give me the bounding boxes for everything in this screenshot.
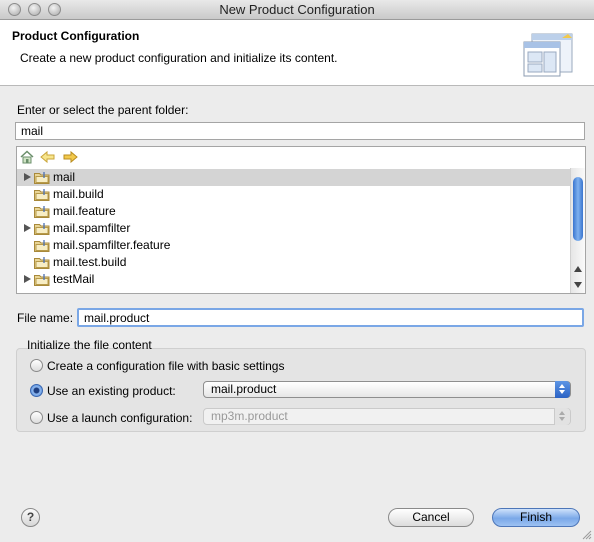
window-title: New Product Configuration (219, 2, 375, 17)
project-folder-icon (34, 223, 50, 235)
project-folder-icon (34, 172, 50, 184)
tree-item-mail-spamfilter-feature[interactable]: mail.spamfilter.feature (17, 237, 570, 254)
tree-item-mail-test-build[interactable]: mail.test.build (17, 254, 570, 271)
tree-item-mail-feature[interactable]: mail.feature (17, 203, 570, 220)
select-arrows-icon[interactable] (555, 381, 570, 398)
help-button[interactable]: ? (21, 508, 40, 527)
launch-configuration-select: mp3m.product (203, 408, 571, 425)
select-arrows-icon (554, 408, 570, 425)
parent-folder-input[interactable] (15, 122, 585, 140)
project-folder-icon (34, 189, 50, 201)
tree-item-mail-build[interactable]: mail.build (17, 186, 570, 203)
tree-item-label: mail.spamfilter.feature (53, 238, 171, 252)
launch-configuration-value: mp3m.product (211, 409, 288, 423)
existing-product-radio[interactable] (30, 384, 43, 397)
project-folder-icon (34, 206, 50, 218)
tree-item-mail[interactable]: mail (17, 169, 570, 186)
back-arrow-icon[interactable] (40, 150, 56, 164)
scroll-up-arrow-icon[interactable] (574, 266, 582, 272)
tree-item-label: mail.build (53, 187, 104, 201)
tree-vertical-scrollbar[interactable] (570, 168, 585, 293)
tree-toolbar (17, 147, 585, 168)
launch-configuration-radio[interactable] (30, 411, 43, 424)
tree-item-label: testMail (53, 272, 95, 286)
cancel-button[interactable]: Cancel (388, 508, 474, 527)
tree-item-testmail[interactable]: testMail (17, 271, 570, 288)
expand-arrow-icon[interactable] (24, 275, 31, 283)
expand-arrow-icon[interactable] (24, 224, 31, 232)
existing-product-value: mail.product (211, 382, 277, 396)
page-title: Product Configuration (12, 29, 140, 43)
tree-item-label: mail.feature (53, 204, 116, 218)
folder-tree[interactable]: mail mail.build mail.feature mail.spamfi… (16, 146, 586, 294)
title-bar[interactable]: New Product Configuration (0, 0, 594, 20)
scrollbar-thumb[interactable] (573, 177, 583, 241)
product-wizard-icon (523, 33, 573, 77)
project-folder-icon (34, 274, 50, 286)
scroll-down-arrow-icon[interactable] (574, 282, 582, 288)
home-icon[interactable] (20, 150, 34, 164)
resize-grip-icon[interactable] (581, 529, 592, 540)
file-name-input[interactable] (77, 308, 584, 327)
page-description: Create a new product configuration and i… (20, 51, 338, 65)
existing-product-select[interactable]: mail.product (203, 381, 571, 398)
forward-arrow-icon[interactable] (62, 150, 78, 164)
launch-configuration-label: Use a launch configuration: (47, 411, 193, 425)
tree-item-label: mail (53, 170, 76, 184)
wizard-header: Product Configuration Create a new produ… (0, 20, 594, 86)
file-name-label: File name: (17, 311, 74, 325)
expand-arrow-icon[interactable] (24, 173, 31, 181)
parent-folder-label: Enter or select the parent folder: (17, 103, 189, 117)
basic-settings-radio[interactable] (30, 359, 43, 372)
tree-item-label: mail.test.build (53, 255, 127, 269)
wizard-window: New Product Configuration Product Config… (0, 0, 594, 542)
finish-button[interactable]: Finish (492, 508, 580, 527)
existing-product-label: Use an existing product: (47, 384, 176, 398)
tree-item-label: mail.spamfilter (53, 221, 131, 235)
basic-settings-label: Create a configuration file with basic s… (47, 359, 285, 373)
group-title: Initialize the file content (27, 338, 152, 352)
project-folder-icon (34, 240, 50, 252)
project-folder-icon (34, 257, 50, 269)
tree-item-mail-spamfilter[interactable]: mail.spamfilter (17, 220, 570, 237)
